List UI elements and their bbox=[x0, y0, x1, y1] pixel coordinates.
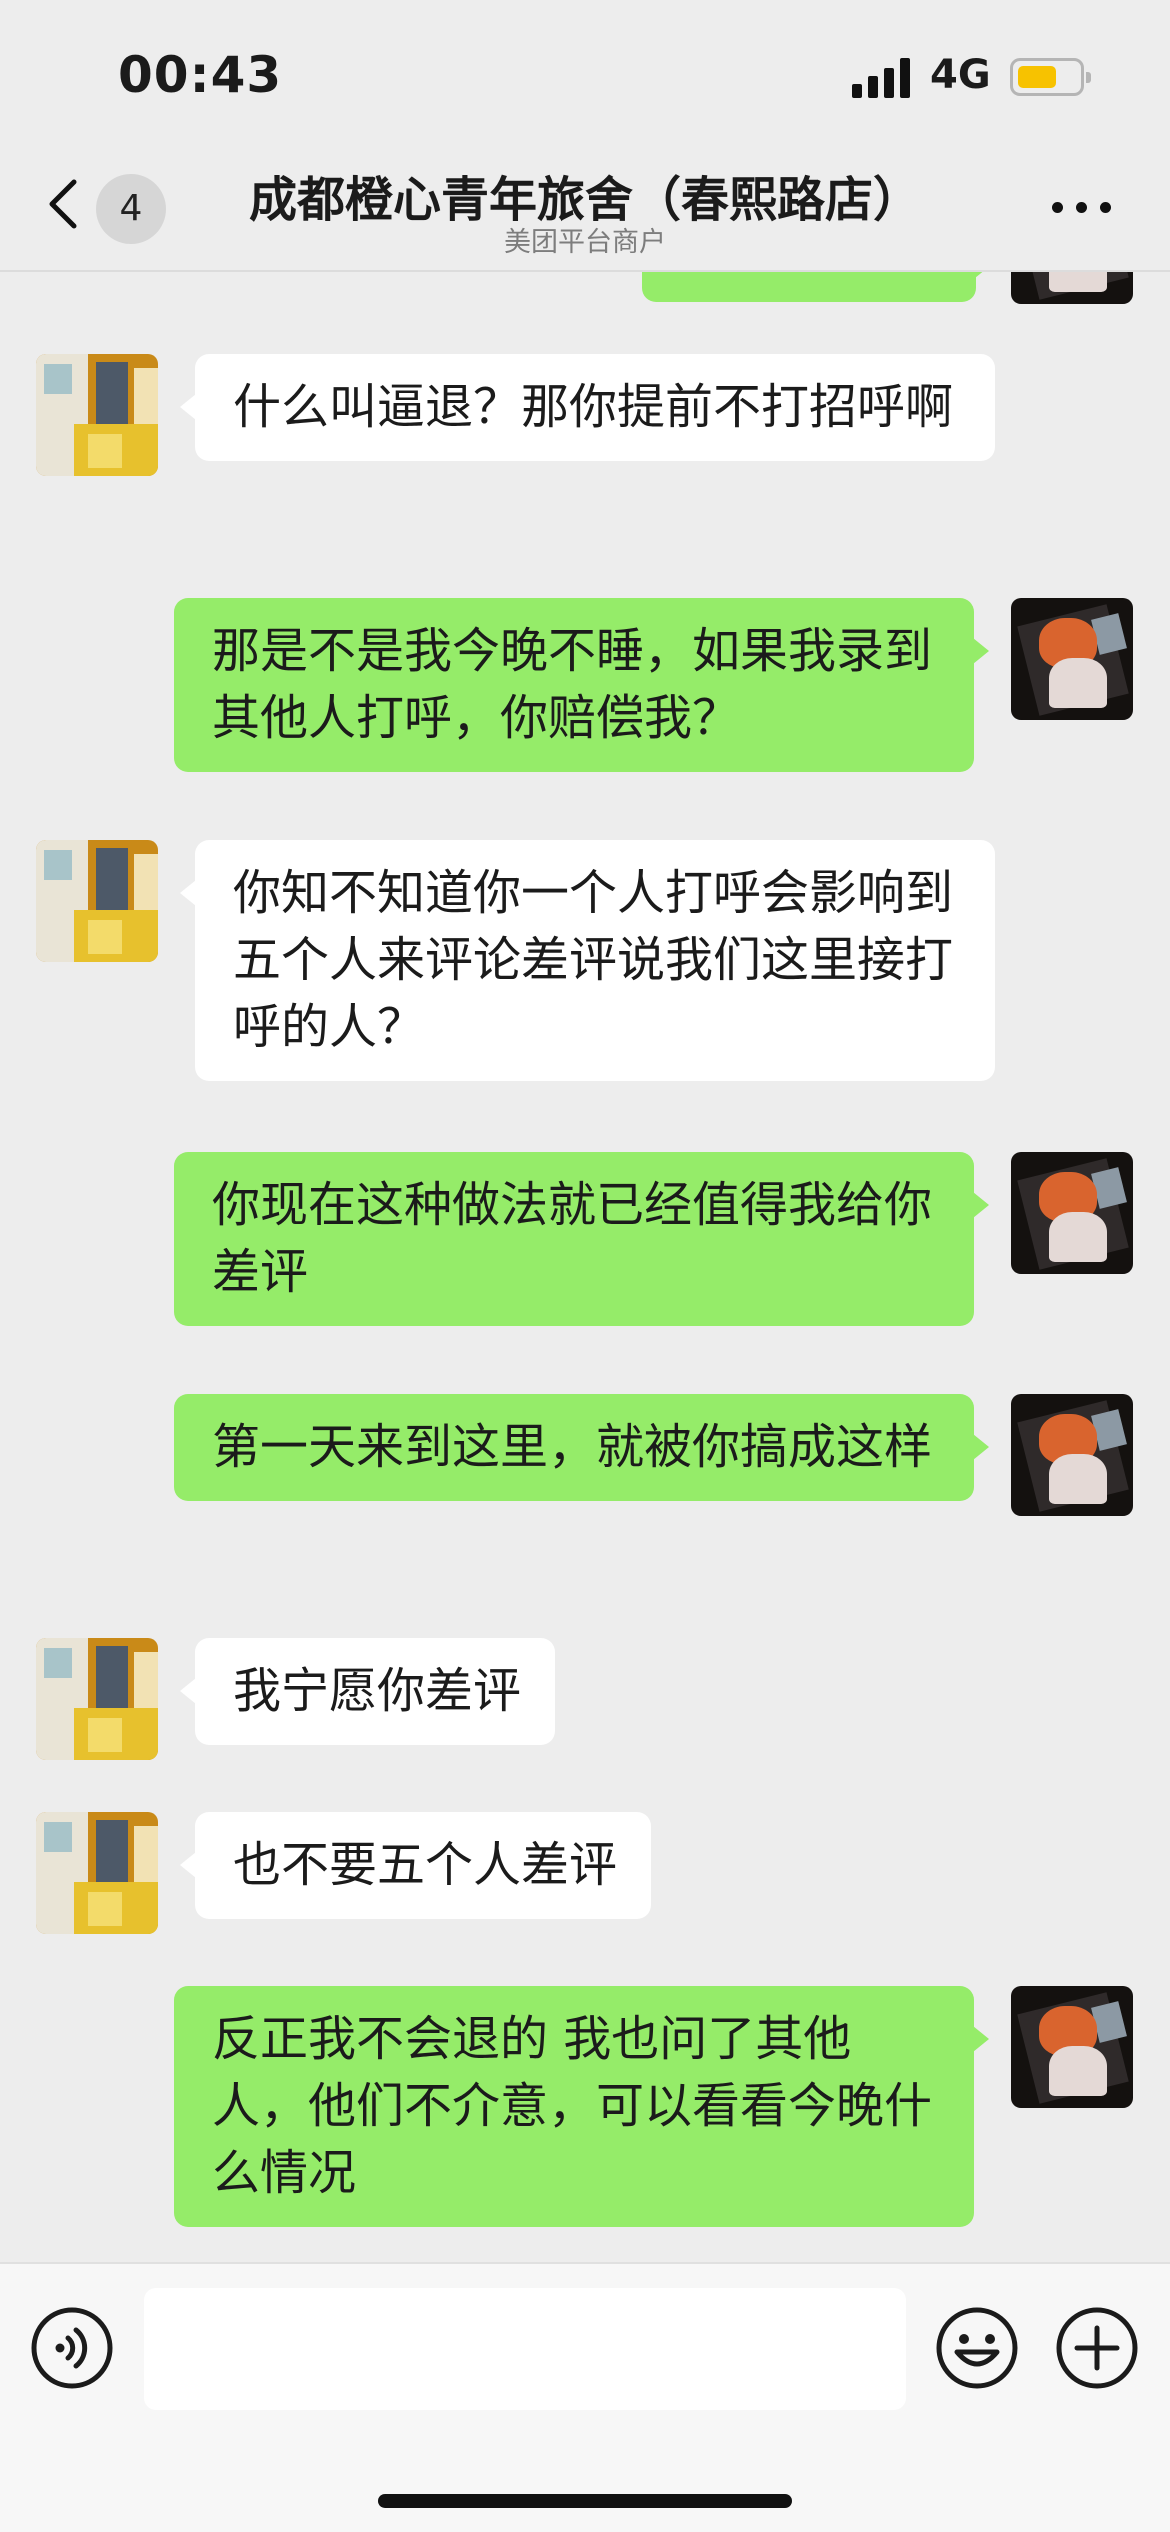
unread-count-badge[interactable]: 4 bbox=[96, 174, 166, 244]
emoji-icon[interactable] bbox=[935, 2306, 1019, 2390]
message-input[interactable] bbox=[144, 2288, 906, 2410]
message-bubble-incoming[interactable]: 我宁愿你差评 bbox=[179, 1638, 556, 1745]
more-dots-icon[interactable] bbox=[1052, 202, 1112, 216]
hostel-avatar[interactable] bbox=[36, 354, 158, 476]
message-bubble-outgoing[interactable]: 那是不是我今晚不睡，如果我录到其他人打呼，你赔偿我？ bbox=[174, 598, 989, 772]
message-bubble-incoming[interactable]: 什么叫逼退？那你提前不打招呼啊 bbox=[180, 354, 995, 461]
hostel-avatar[interactable] bbox=[36, 1638, 158, 1760]
user-avatar[interactable] bbox=[1011, 1152, 1133, 1274]
user-avatar[interactable] bbox=[1011, 1986, 1133, 2108]
message-bubble-outgoing[interactable]: 第一天来到这里，就被你搞成这样 bbox=[174, 1394, 989, 1501]
chat-subtitle: 美团平台商户 bbox=[504, 227, 666, 258]
home-indicator[interactable] bbox=[378, 2494, 792, 2508]
message-bubble-outgoing[interactable]: 你现在这种做法就已经值得我给你差评 bbox=[174, 1152, 989, 1326]
signal-icon bbox=[852, 58, 914, 98]
user-avatar[interactable] bbox=[1011, 272, 1133, 304]
voice-icon[interactable] bbox=[30, 2306, 114, 2390]
network-type: 4G bbox=[930, 52, 991, 98]
message-bubble-incoming[interactable]: 也不要五个人差评 bbox=[179, 1812, 652, 1919]
status-bar: 00:43 4G bbox=[0, 0, 1170, 150]
battery-icon bbox=[1010, 58, 1091, 96]
message-bubble-outgoing[interactable] bbox=[642, 272, 991, 302]
message-bubble-outgoing[interactable]: 反正我不会退的 我也问了其他人，他们不介意，可以看看今晚什么情况 bbox=[174, 1986, 989, 2227]
message-bubble-incoming[interactable]: 你知不知道你一个人打呼会影响到五个人来评论差评说我们这里接打呼的人？ bbox=[180, 840, 995, 1081]
hostel-avatar[interactable] bbox=[36, 1812, 158, 1934]
chevron-left-icon[interactable] bbox=[40, 174, 90, 234]
user-avatar[interactable] bbox=[1011, 598, 1133, 720]
input-bar bbox=[0, 2262, 1170, 2532]
hostel-avatar[interactable] bbox=[36, 840, 158, 962]
plus-icon[interactable] bbox=[1055, 2306, 1139, 2390]
chat-header: 4 成都橙心青年旅舍（春熙路店） 美团平台商户 bbox=[0, 150, 1170, 272]
status-time: 00:43 bbox=[118, 46, 283, 104]
message-list[interactable]: 什么叫逼退？那你提前不打招呼啊 那是不是我今晚不睡，如果我录到其他人打呼，你赔偿… bbox=[0, 272, 1170, 2262]
user-avatar[interactable] bbox=[1011, 1394, 1133, 1516]
